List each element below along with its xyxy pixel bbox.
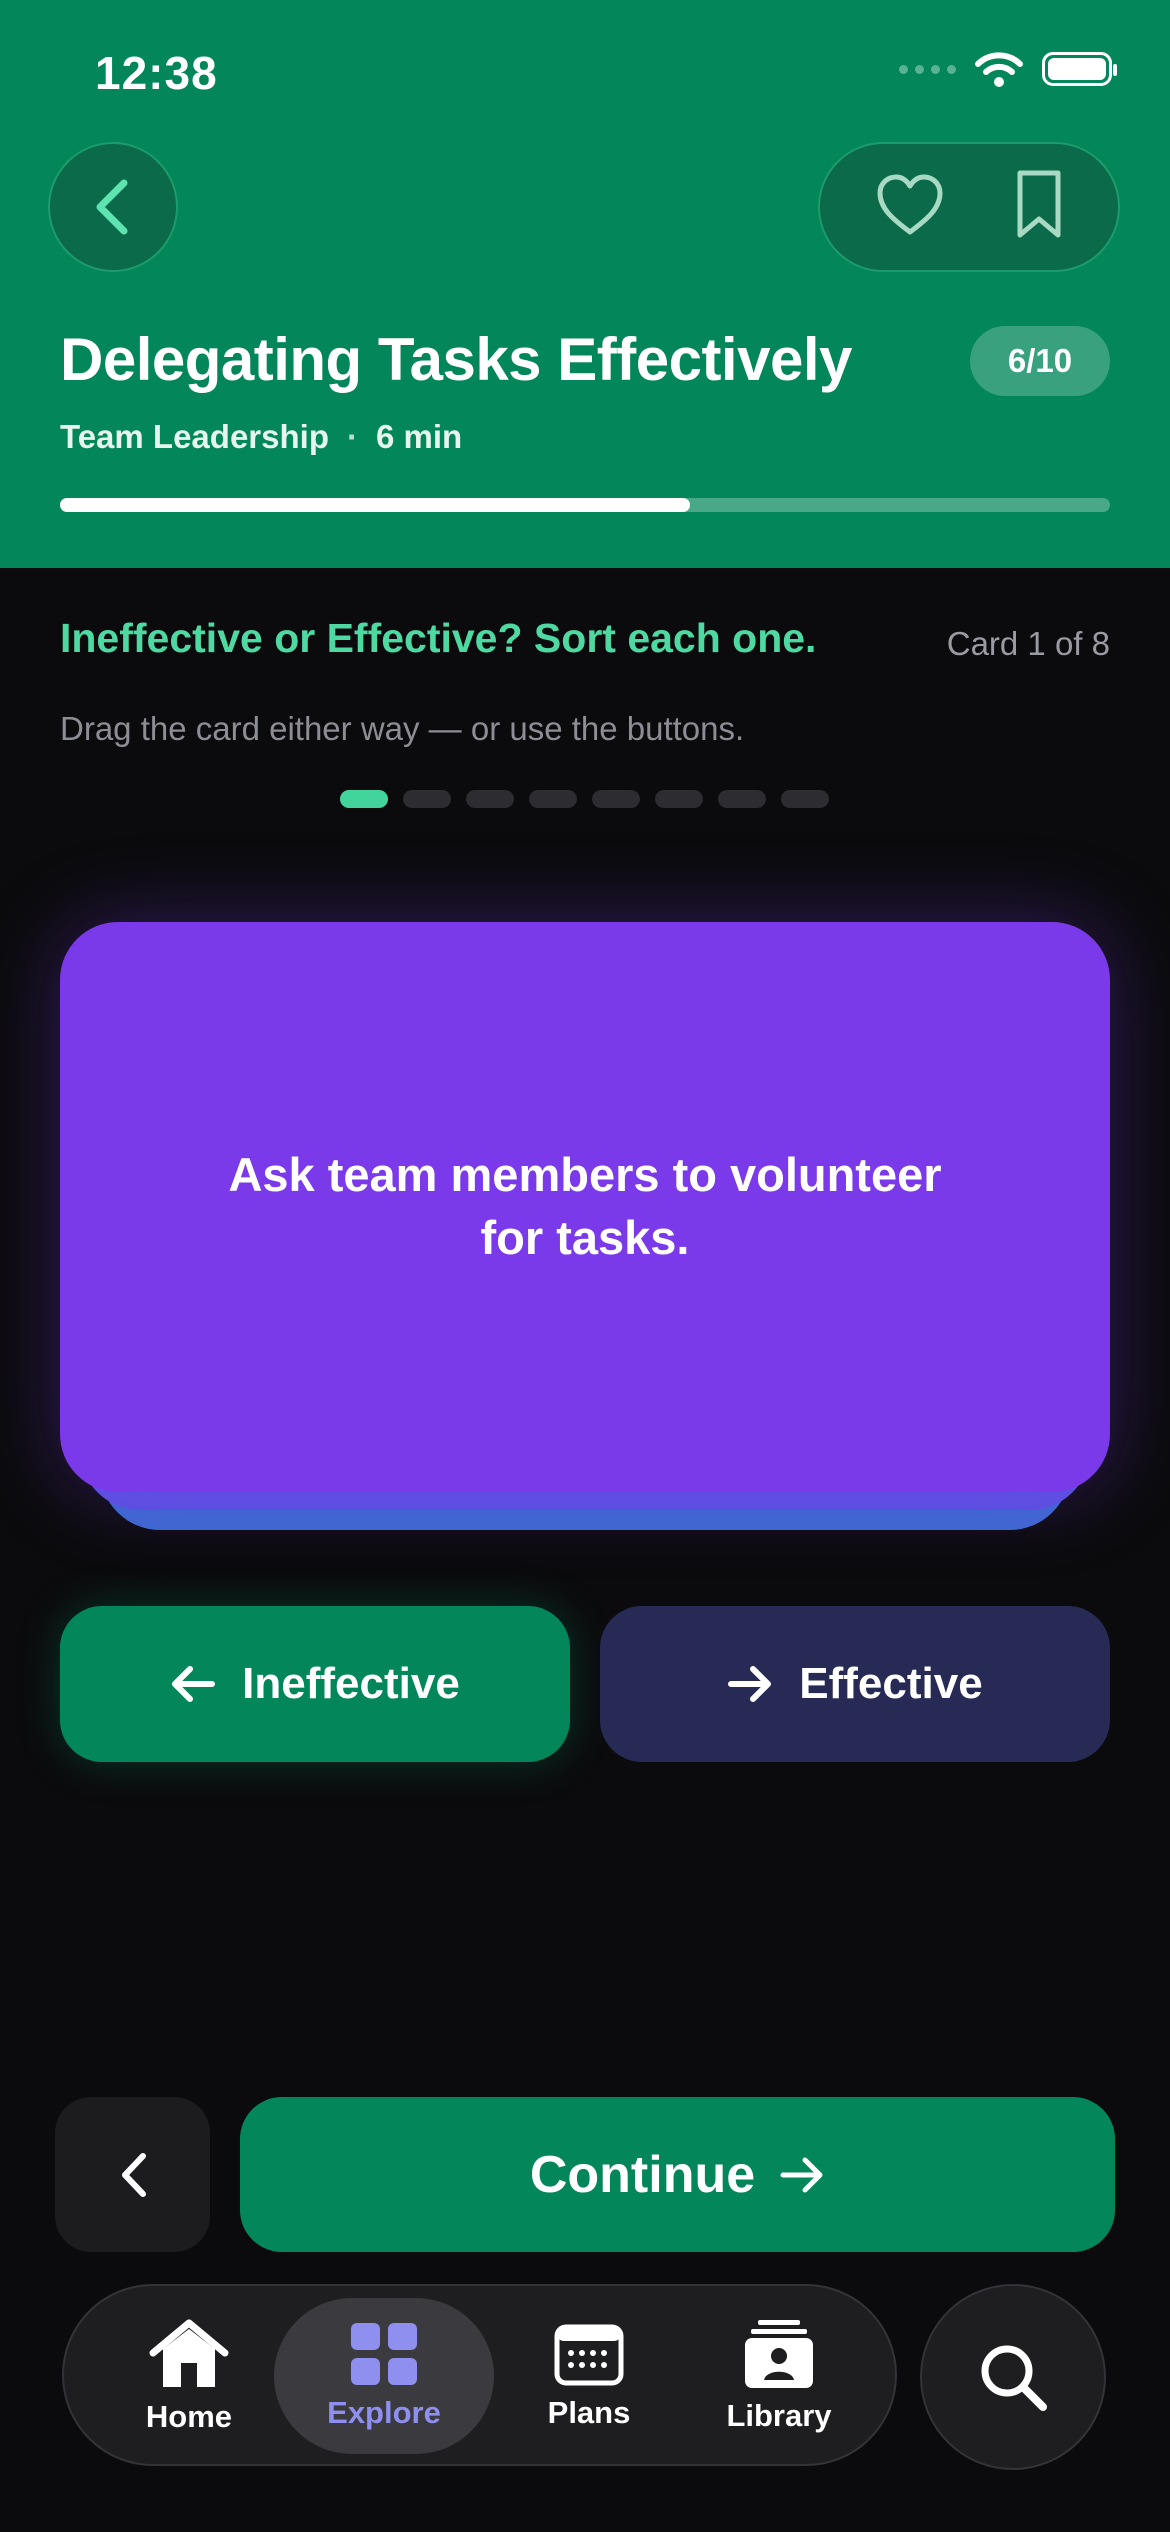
wifi-icon bbox=[975, 52, 1023, 87]
chevron-left-icon bbox=[121, 2152, 146, 2197]
battery-icon bbox=[1042, 52, 1117, 86]
library-icon bbox=[745, 2320, 813, 2388]
sort-card[interactable]: Ask team members to volunteer for tasks. bbox=[60, 922, 1110, 1492]
tab-library[interactable]: Library bbox=[694, 2298, 864, 2454]
status-time: 12:38 bbox=[95, 47, 218, 99]
back-button[interactable] bbox=[48, 142, 178, 272]
tab-home-label: Home bbox=[145, 2399, 233, 2434]
arrow-right-icon bbox=[728, 1666, 772, 1702]
card-progress-dot bbox=[403, 790, 451, 808]
tab-bar: Home Explore Plans Library bbox=[62, 2284, 897, 2466]
status-icons bbox=[899, 50, 1117, 88]
calendar-icon bbox=[554, 2324, 624, 2386]
lesson-title: Delegating Tasks Effectively bbox=[60, 326, 852, 393]
card-progress-dot bbox=[529, 790, 577, 808]
search-button[interactable] bbox=[920, 2284, 1106, 2470]
lesson-header: 12:38 Delegating Tasks Effectively 6/10 … bbox=[0, 0, 1170, 568]
meta-separator: · bbox=[346, 418, 358, 455]
tab-explore-label: Explore bbox=[327, 2395, 441, 2430]
card-progress-dot bbox=[340, 790, 388, 808]
arrow-right-icon bbox=[780, 2157, 823, 2192]
lesson-actions bbox=[818, 142, 1120, 272]
continue-button[interactable]: Continue bbox=[240, 2097, 1115, 2252]
chevron-left-icon bbox=[96, 179, 128, 235]
card-progress-dot bbox=[655, 790, 703, 808]
activity-hint: Drag the card either way — or use the bu… bbox=[60, 710, 745, 747]
card-progress-dot bbox=[466, 790, 514, 808]
home-icon bbox=[149, 2319, 229, 2387]
heart-icon bbox=[877, 174, 943, 234]
step-badge: 6/10 bbox=[970, 326, 1110, 396]
tab-plans[interactable]: Plans bbox=[504, 2298, 674, 2454]
card-progress-dot bbox=[718, 790, 766, 808]
ineffective-label: Ineffective bbox=[242, 1659, 460, 1708]
arrow-left-icon bbox=[172, 1666, 216, 1702]
card-counter: Card 1 of 8 bbox=[946, 625, 1110, 662]
lesson-progress-fill bbox=[60, 498, 690, 512]
card-progress-dots bbox=[340, 790, 829, 808]
card-progress-dot bbox=[781, 790, 829, 808]
signal-icon bbox=[899, 64, 956, 74]
bookmark-button[interactable] bbox=[1014, 169, 1064, 246]
lesson-duration: 6 min bbox=[375, 418, 463, 455]
tab-explore[interactable]: Explore bbox=[274, 2298, 494, 2454]
effective-button[interactable]: Effective bbox=[600, 1606, 1110, 1762]
ineffective-button[interactable]: Ineffective bbox=[60, 1606, 570, 1762]
activity-prompt: Ineffective or Effective? Sort each one. bbox=[60, 615, 817, 661]
sort-card-text: Ask team members to volunteer for tasks. bbox=[228, 1148, 942, 1264]
tab-home[interactable]: Home bbox=[114, 2298, 264, 2454]
effective-label: Effective bbox=[799, 1659, 983, 1708]
search-icon bbox=[981, 2345, 1047, 2411]
previous-button[interactable] bbox=[55, 2097, 210, 2252]
tab-plans-label: Plans bbox=[547, 2395, 631, 2430]
favorite-button[interactable] bbox=[874, 172, 946, 243]
grid-icon bbox=[351, 2323, 417, 2385]
bookmark-icon bbox=[1017, 170, 1061, 237]
lesson-category: Team Leadership bbox=[60, 418, 329, 455]
card-progress-dot bbox=[592, 790, 640, 808]
lesson-progress-bar bbox=[60, 498, 1110, 512]
tab-library-label: Library bbox=[726, 2398, 832, 2433]
continue-label: Continue bbox=[529, 2145, 756, 2204]
lesson-meta: Team Leadership · 6 min bbox=[60, 418, 462, 456]
